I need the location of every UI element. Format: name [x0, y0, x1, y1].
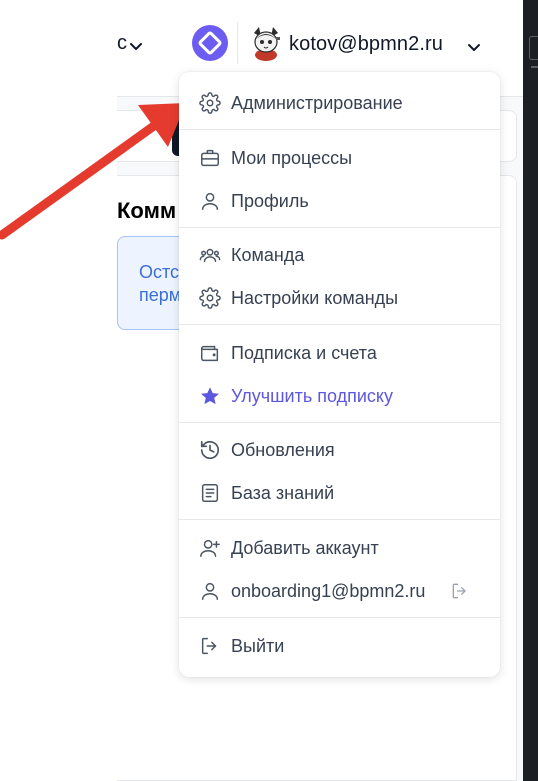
menu-item-label: Администрирование: [231, 92, 403, 113]
wallet-icon: [199, 342, 221, 364]
user-icon: [199, 190, 221, 212]
menu-item-label: Обновления: [231, 439, 335, 460]
diamond-logo-icon: [197, 30, 223, 56]
menu-divider: [179, 519, 500, 520]
menu-item-updates[interactable]: Обновления: [179, 429, 500, 471]
menu-item-profile[interactable]: Профиль: [179, 180, 500, 222]
app-logo-button[interactable]: [192, 25, 228, 61]
user-menu-email[interactable]: kotov@bpmn2.ru: [289, 33, 443, 56]
switch-account-icon[interactable]: [450, 581, 470, 601]
chevron-down-icon[interactable]: [465, 38, 483, 56]
menu-item-other-account[interactable]: onboarding1@bpmn2.ru: [179, 570, 500, 612]
menu-item-label: onboarding1@bpmn2.ru: [231, 580, 426, 601]
menu-item-label: Подписка и счета: [231, 342, 377, 363]
menu-divider: [179, 227, 500, 228]
menu-item-team[interactable]: Команда: [179, 234, 500, 276]
menu-item-knowledge-base[interactable]: База знаний: [179, 472, 500, 514]
user-icon: [199, 580, 221, 602]
menu-divider: [179, 324, 500, 325]
gear-icon: [199, 92, 221, 114]
user-dropdown-menu: Администрирование Мои процессы Профиль К…: [179, 72, 500, 677]
menu-item-label: Настройки команды: [231, 287, 399, 308]
book-icon: [199, 482, 221, 504]
user-plus-icon: [199, 537, 221, 559]
workspace-switcher-label[interactable]: с: [117, 32, 127, 55]
menu-divider: [179, 617, 500, 618]
menu-item-add-account[interactable]: Добавить аккаунт: [179, 527, 500, 569]
menu-item-label: Выйти: [231, 635, 285, 656]
annotation-arrow: [0, 103, 186, 240]
menu-item-team-settings[interactable]: Настройки команды: [179, 277, 500, 319]
menu-item-my-processes[interactable]: Мои процессы: [179, 137, 500, 179]
avatar[interactable]: [248, 25, 284, 61]
menu-item-logout[interactable]: Выйти: [179, 625, 500, 667]
team-icon: [199, 244, 221, 266]
star-icon: [199, 385, 221, 407]
menu-item-label: База знаний: [231, 482, 335, 503]
history-icon: [199, 439, 221, 461]
chevron-down-icon[interactable]: [128, 38, 144, 54]
menu-item-subscription-billing[interactable]: Подписка и счета: [179, 332, 500, 374]
browser-edge: [523, 0, 538, 781]
menu-divider: [179, 129, 500, 130]
menu-item-label: Мои процессы: [231, 147, 353, 168]
gear-icon: [199, 287, 221, 309]
menu-item-label: Улучшить подписку: [231, 385, 393, 406]
menu-item-administration[interactable]: Администрирование: [179, 82, 500, 124]
logout-icon: [199, 635, 221, 657]
menu-item-label: Команда: [231, 244, 305, 265]
menu-item-label: Профиль: [231, 190, 309, 211]
menu-item-upgrade-subscription[interactable]: Улучшить подписку: [179, 375, 500, 417]
briefcase-icon: [199, 147, 221, 169]
menu-item-label: Добавить аккаунт: [231, 537, 379, 558]
menu-divider: [179, 422, 500, 423]
divider: [237, 22, 238, 64]
